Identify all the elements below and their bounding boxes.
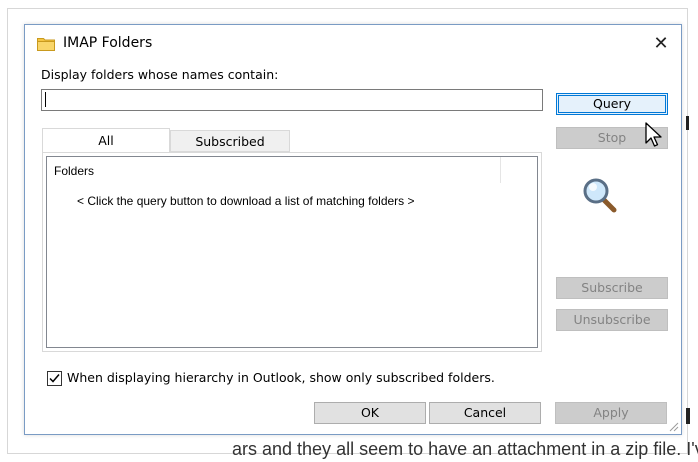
tab-subscribed[interactable]: Subscribed <box>170 130 290 152</box>
background-mark <box>686 408 690 424</box>
checkmark-icon <box>49 374 60 383</box>
subscribed-only-label[interactable]: When displaying hierarchy in Outlook, sh… <box>67 370 495 385</box>
title-bar[interactable]: IMAP Folders ✕ <box>25 25 681 63</box>
text-caret <box>45 92 46 107</box>
imap-folders-dialog: IMAP Folders ✕ Display folders whose nam… <box>24 24 682 435</box>
subscribe-button[interactable]: Subscribe <box>556 277 668 299</box>
unsubscribe-button[interactable]: Unsubscribe <box>556 309 668 331</box>
tab-all[interactable]: All <box>42 128 170 152</box>
folder-name-search-input[interactable] <box>41 89 543 111</box>
background-mark <box>686 116 689 130</box>
column-header-folders[interactable]: Folders <box>47 157 501 183</box>
empty-list-message: < Click the query button to download a l… <box>77 194 415 208</box>
background-text: ars and they all seem to have an attachm… <box>232 439 698 459</box>
query-button[interactable]: Query <box>556 93 668 115</box>
apply-button[interactable]: Apply <box>555 402 667 424</box>
focus-ring <box>558 95 666 113</box>
resize-grip-icon[interactable] <box>667 420 679 432</box>
close-button[interactable]: ✕ <box>647 31 675 57</box>
tab-panel: Folders < Click the query button to down… <box>42 152 542 352</box>
folder-list[interactable]: Folders < Click the query button to down… <box>46 156 538 348</box>
cancel-button[interactable]: Cancel <box>429 402 541 424</box>
dialog-title: IMAP Folders <box>63 35 153 51</box>
search-icon <box>583 178 617 213</box>
subscribed-only-checkbox[interactable] <box>47 371 62 386</box>
folder-icon <box>37 38 55 51</box>
ok-button[interactable]: OK <box>314 402 426 424</box>
mouse-cursor-icon <box>645 122 662 147</box>
search-prompt-label: Display folders whose names contain: <box>41 67 279 82</box>
close-icon: ✕ <box>653 33 669 54</box>
